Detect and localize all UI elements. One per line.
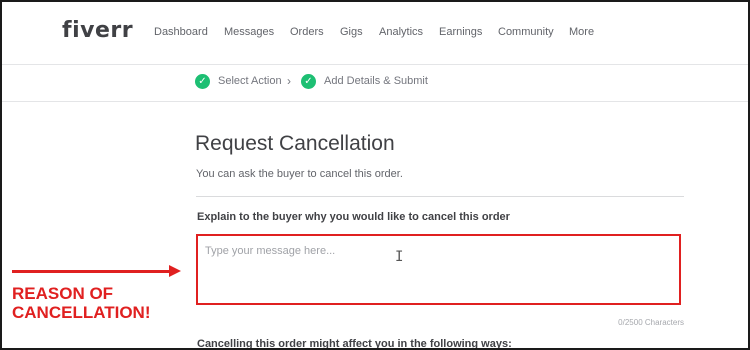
top-navigation: fiverr Dashboard Messages Orders Gigs An… <box>2 2 748 65</box>
nav-dashboard[interactable]: Dashboard <box>154 26 208 38</box>
browser-frame: fiverr Dashboard Messages Orders Gigs An… <box>0 0 750 350</box>
annotation-text: REASON OF CANCELLATION! <box>12 284 151 322</box>
page-subtitle: You can ask the buyer to cancel this ord… <box>196 168 403 180</box>
nav-analytics[interactable]: Analytics <box>379 26 423 38</box>
annotation-arrow-line <box>12 270 172 273</box>
nav-community[interactable]: Community <box>498 26 554 38</box>
checkmark-icon: ✓ <box>301 74 316 89</box>
annotation-line-1: REASON OF <box>12 284 114 303</box>
fiverr-logo[interactable]: fiverr <box>62 18 133 43</box>
step-select-action[interactable]: Select Action <box>218 75 282 87</box>
nav-earnings[interactable]: Earnings <box>439 26 482 38</box>
page-title: Request Cancellation <box>195 132 395 155</box>
nav-orders[interactable]: Orders <box>290 26 324 38</box>
progress-steps: ✓ Select Action › ✓ Add Details & Submit <box>2 65 748 102</box>
nav-messages[interactable]: Messages <box>224 26 274 38</box>
cancellation-reason-input[interactable] <box>196 234 681 305</box>
text-cursor-icon: I <box>395 249 404 265</box>
step-add-details: Add Details & Submit <box>324 75 428 87</box>
checkmark-icon: ✓ <box>195 74 210 89</box>
character-counter: 0/2500 Characters <box>618 318 684 327</box>
annotation-arrow-head-icon <box>169 265 181 277</box>
nav-gigs[interactable]: Gigs <box>340 26 363 38</box>
annotation-line-2: CANCELLATION! <box>12 303 151 322</box>
nav-more[interactable]: More <box>569 26 594 38</box>
affect-heading: Cancelling this order might affect you i… <box>197 338 512 350</box>
section-divider <box>196 196 684 197</box>
reason-label: Explain to the buyer why you would like … <box>197 211 510 223</box>
chevron-right-icon: › <box>287 74 291 88</box>
